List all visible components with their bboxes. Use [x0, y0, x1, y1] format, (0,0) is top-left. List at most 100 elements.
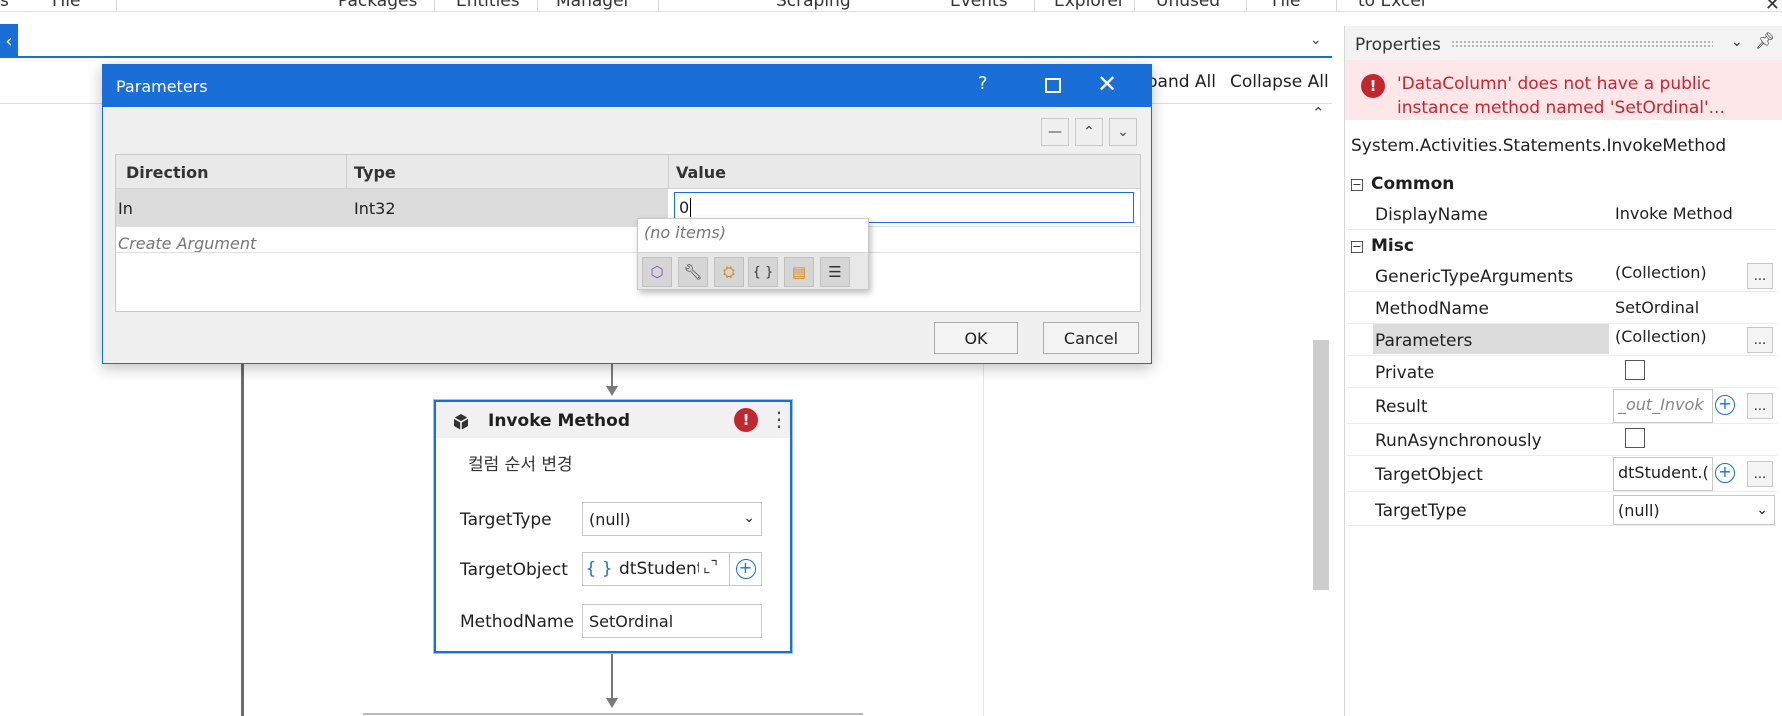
ribbon-item-events[interactable]: Events [950, 0, 1008, 11]
ok-button[interactable]: OK [934, 322, 1018, 354]
property-row-private[interactable]: Private [1347, 356, 1777, 388]
ribbon-item-packages[interactable]: Packages [338, 0, 417, 11]
target-type-select[interactable]: (null) ⌄ [582, 502, 762, 536]
target-object-input[interactable]: dtStudent.( [1613, 457, 1713, 491]
collapse-all-link[interactable]: Collapse All [1230, 72, 1329, 92]
property-row-target-object[interactable]: TargetObject dtStudent.( + ... [1347, 456, 1777, 492]
column-header-direction[interactable]: Direction [126, 163, 209, 182]
invoke-method-icon [450, 410, 472, 437]
private-checkbox[interactable] [1625, 360, 1645, 380]
collapse-icon[interactable]: − [1351, 241, 1363, 253]
chevron-down-icon[interactable]: ⌄ [1731, 34, 1743, 50]
collapse-icon[interactable]: − [1351, 179, 1363, 191]
property-row-parameters[interactable]: Parameters (Collection) ... [1347, 324, 1777, 356]
cancel-button[interactable]: Cancel [1043, 322, 1139, 354]
tab-close-icon[interactable]: ‹ [0, 24, 18, 58]
ribbon-item-unused[interactable]: Unused [1156, 0, 1220, 11]
target-type-value: (null) [589, 509, 631, 529]
add-variable-button[interactable]: + [729, 553, 761, 585]
pin-icon[interactable]: 📌︎ [1755, 31, 1775, 50]
activity-type-name: System.Activities.Statements.InvokeMetho… [1351, 136, 1727, 156]
column-separator [668, 155, 669, 189]
move-down-button[interactable]: ⌄ [1109, 118, 1137, 146]
invoke-method-activity[interactable]: Invoke Method ! ⋮ 컬럼 순서 변경 TargetType (n… [434, 400, 792, 653]
property-row-generic-type-arguments[interactable]: GenericTypeArguments (Collection) ... [1347, 260, 1777, 292]
property-row-method-name[interactable]: MethodName SetOrdinal [1347, 292, 1777, 324]
ellipsis-button[interactable]: ... [1747, 461, 1773, 487]
maximize-icon[interactable] [1045, 78, 1061, 93]
create-argument-link[interactable]: Create Argument [118, 234, 256, 253]
property-row-run-asynchronously[interactable]: RunAsynchronously [1347, 424, 1777, 456]
target-object-field[interactable]: { } dtStudent ⌞⌝ + [582, 552, 762, 586]
category-common[interactable]: − Common [1351, 174, 1454, 194]
enum-icon[interactable]: ▤ [784, 257, 814, 287]
expand-editor-icon[interactable]: ⌞⌝ [703, 557, 718, 576]
error-icon[interactable]: ! [734, 408, 758, 432]
error-icon: ! [1361, 74, 1385, 98]
property-name: RunAsynchronously [1375, 431, 1542, 451]
argument-type[interactable]: Int32 [354, 199, 396, 218]
expand-all-link[interactable]: Expand All [1142, 72, 1216, 92]
close-icon[interactable]: ✕ [1765, 0, 1780, 11]
ellipsis-button[interactable]: ... [1747, 393, 1773, 419]
designer-tab-strip: ‹ ⌄ [0, 24, 1332, 58]
help-icon[interactable]: ? [978, 73, 988, 94]
close-icon[interactable]: ✕ [1097, 70, 1117, 98]
run-async-checkbox[interactable] [1625, 428, 1645, 448]
hierarchy-icon[interactable]: ⛭ [714, 257, 744, 287]
column-header-type[interactable]: Type [354, 163, 396, 182]
property-row-displayname[interactable]: DisplayName Invoke Method [1347, 198, 1777, 230]
result-input[interactable]: _out_Invok [1613, 389, 1713, 423]
ribbon-item-manager[interactable]: Manager [556, 0, 631, 11]
add-variable-button[interactable]: + [1715, 463, 1735, 483]
ribbon-item-file-2[interactable]: File [1272, 0, 1300, 11]
activity-display-name[interactable]: 컬럼 순서 변경 [468, 450, 573, 475]
scroll-up-icon[interactable]: ⌃ [1312, 104, 1325, 122]
target-object-label: TargetObject [460, 560, 568, 580]
connector-line [611, 653, 613, 699]
braces-icon[interactable]: { } [748, 257, 778, 287]
column-header-value[interactable]: Value [676, 163, 726, 182]
property-value: (Collection) [1615, 263, 1707, 282]
property-value: (Collection) [1615, 327, 1707, 346]
properties-title-bar[interactable]: Properties ⌄ 📌︎ [1345, 26, 1782, 60]
ribbon-separator [1336, 0, 1337, 11]
ribbon-item[interactable]: s [0, 0, 9, 11]
ribbon-separator [537, 0, 538, 11]
ellipsis-button[interactable]: ... [1747, 263, 1773, 289]
target-object-value[interactable]: dtStudent [619, 559, 699, 579]
method-name-input[interactable]: SetOrdinal [582, 604, 762, 638]
wrench-icon[interactable]: 🔧︎ [678, 257, 708, 287]
ribbon-item-file[interactable]: File [52, 0, 80, 11]
property-value[interactable]: SetOrdinal [1615, 298, 1699, 317]
target-type-select[interactable]: (null) ⌄ [1613, 495, 1775, 525]
dialog-title-bar[interactable]: Parameters ? ✕ [103, 65, 1151, 107]
activity-header[interactable]: Invoke Method ! ⋮ [436, 402, 790, 438]
ribbon-item-to-excel[interactable]: to Excel [1358, 0, 1426, 11]
list-details-icon[interactable]: ☰ [820, 257, 850, 287]
property-name: DisplayName [1375, 205, 1488, 225]
more-options-icon[interactable]: ⋮ [769, 407, 789, 431]
ribbon-item-scraping[interactable]: Scraping [776, 0, 851, 11]
table-row[interactable]: In Int32 0​ [116, 189, 1140, 227]
ribbon-item-explorer[interactable]: Explorer [1054, 0, 1125, 11]
drag-grip[interactable] [1451, 40, 1713, 48]
expression-braces-icon[interactable]: { } [583, 553, 615, 585]
add-variable-button[interactable]: + [1715, 395, 1735, 415]
property-value[interactable]: Invoke Method [1615, 204, 1733, 223]
property-row-target-type[interactable]: TargetType (null) ⌄ [1347, 494, 1777, 526]
delete-argument-button[interactable]: — [1041, 118, 1069, 146]
dialog-title: Parameters [116, 77, 208, 96]
category-misc[interactable]: − Misc [1351, 236, 1414, 256]
canvas-scrollbar-thumb[interactable] [1313, 340, 1329, 590]
ribbon-item-entities[interactable]: Entities [456, 0, 520, 11]
column-separator [346, 155, 347, 189]
cube-icon[interactable]: ⬡ [642, 257, 672, 287]
flow-connector [241, 364, 244, 716]
ellipsis-button[interactable]: ... [1747, 327, 1773, 353]
argument-direction[interactable]: In [118, 199, 133, 218]
property-row-result[interactable]: Result _out_Invok + ... [1347, 388, 1777, 424]
chevron-down-icon[interactable]: ⌄ [1310, 32, 1322, 48]
move-up-button[interactable]: ⌃ [1075, 118, 1103, 146]
ribbon-separator [1246, 0, 1247, 11]
